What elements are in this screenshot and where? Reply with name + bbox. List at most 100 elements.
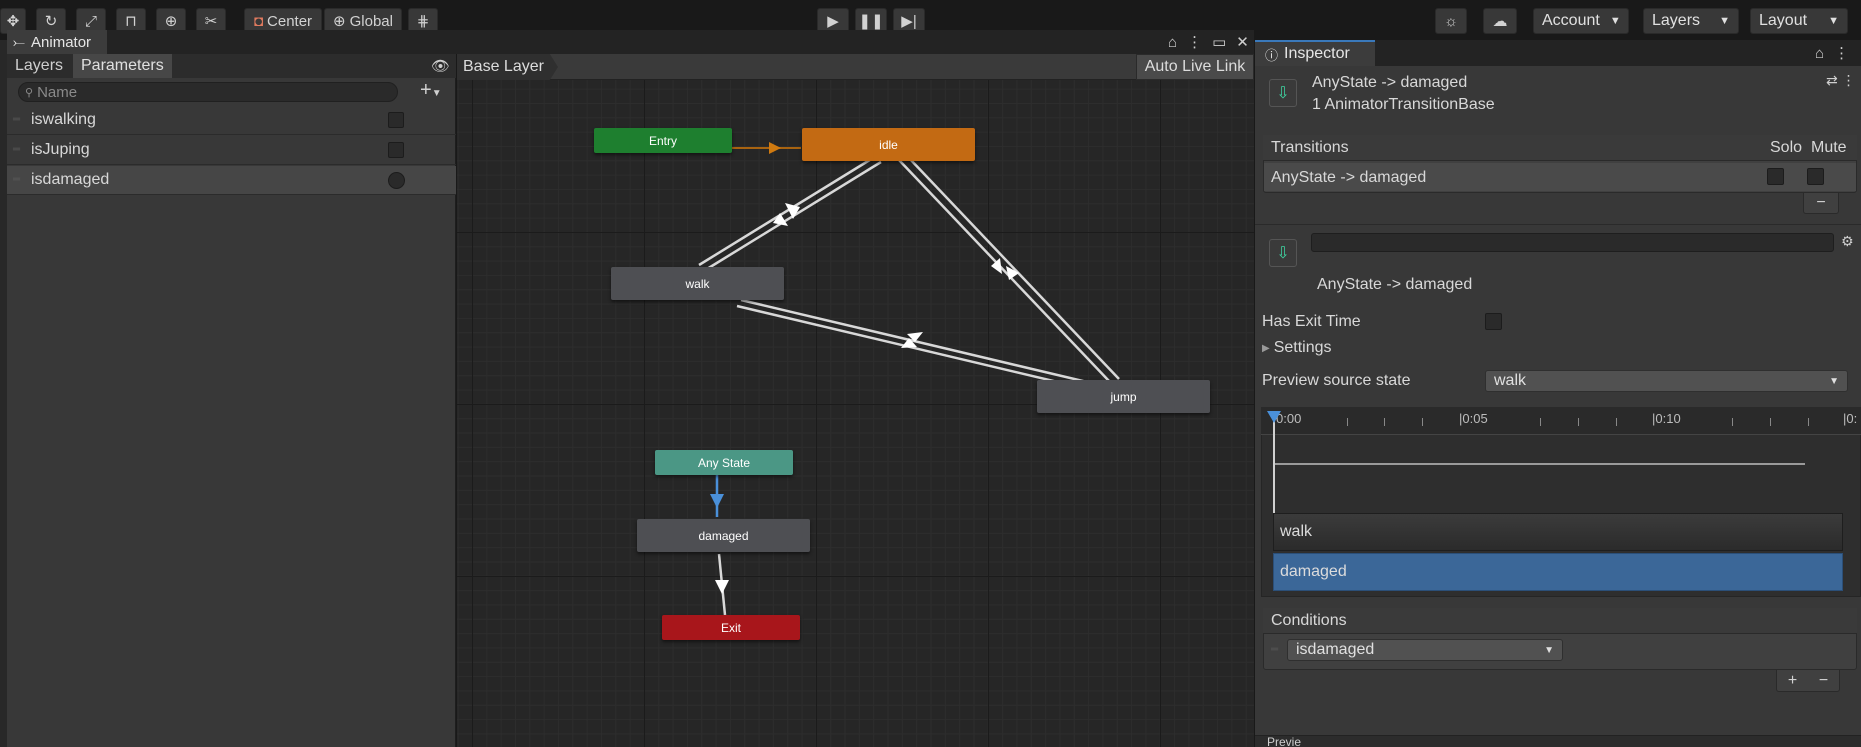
remove-condition-button[interactable]: − bbox=[1819, 672, 1828, 690]
state-damaged[interactable]: damaged bbox=[637, 519, 810, 552]
sun-icon: ☼ bbox=[1444, 12, 1458, 30]
search-placeholder: Name bbox=[37, 83, 78, 101]
drag-handle-icon[interactable]: ═ bbox=[13, 145, 25, 155]
left-edge-strip bbox=[0, 40, 7, 747]
parameter-name: isdamaged bbox=[31, 171, 110, 188]
idle-walk-transitions[interactable] bbox=[698, 156, 882, 271]
maximize-icon[interactable]: ▭ bbox=[1212, 33, 1226, 51]
walk-jump-transitions[interactable] bbox=[736, 298, 1088, 390]
parameter-search-input[interactable]: ⚲ Name bbox=[18, 82, 398, 102]
preview-source-label: Preview source state bbox=[1262, 372, 1411, 389]
timeline-tick bbox=[1578, 418, 1579, 426]
pause-icon: ❚❚ bbox=[858, 13, 884, 30]
conditions-footer: + − bbox=[1776, 670, 1840, 692]
inspector-window-controls: ⌂ ⋮ bbox=[1815, 40, 1849, 66]
play-icon: ▶ bbox=[827, 13, 839, 30]
preview-source-dropdown[interactable]: walk ▼ bbox=[1485, 370, 1848, 392]
inspector-header-title: AnyState -> damaged bbox=[1312, 74, 1468, 91]
timeline-label: |0:05 bbox=[1459, 411, 1488, 426]
parameter-name: isJuping bbox=[31, 141, 90, 158]
solo-checkbox[interactable] bbox=[1767, 168, 1784, 185]
collab-button[interactable]: ☼ bbox=[1435, 8, 1467, 34]
lock-icon[interactable]: ⌂ bbox=[1815, 45, 1824, 62]
timeline-label: |0: bbox=[1843, 411, 1858, 426]
inspector-tab[interactable]: ⓘ Inspector bbox=[1255, 40, 1375, 66]
cloud-button[interactable]: ☁ bbox=[1483, 8, 1517, 34]
timeline-curve-line bbox=[1275, 463, 1805, 465]
close-icon[interactable]: ✕ bbox=[1236, 33, 1249, 51]
state-walk[interactable]: walk bbox=[611, 267, 784, 300]
transitions-list-header bbox=[1263, 135, 1857, 161]
settings-foldout[interactable]: ▶ Settings bbox=[1262, 339, 1332, 357]
state-idle[interactable]: idle bbox=[802, 128, 975, 161]
drag-handle-icon[interactable]: ═ bbox=[1271, 644, 1278, 655]
tab-layers[interactable]: Layers bbox=[7, 54, 71, 78]
add-condition-button[interactable]: + bbox=[1788, 672, 1797, 690]
preset-icon[interactable]: ⇄ ⋮ bbox=[1826, 72, 1856, 89]
more-options-icon[interactable]: ⋮ bbox=[1834, 44, 1849, 62]
auto-live-link-button[interactable]: Auto Live Link bbox=[1136, 54, 1254, 80]
eye-icon[interactable]: 👁 bbox=[431, 57, 450, 75]
conditions-header: Conditions bbox=[1271, 612, 1347, 629]
mute-header: Mute bbox=[1811, 139, 1847, 156]
search-icon: ⚲ bbox=[25, 86, 34, 99]
mute-checkbox[interactable] bbox=[1807, 168, 1824, 185]
graph-header bbox=[457, 54, 1254, 80]
account-dropdown[interactable]: Account ▼ bbox=[1533, 8, 1629, 34]
parameter-row[interactable]: ═ isJuping bbox=[7, 136, 456, 165]
breadcrumb[interactable]: Base Layer bbox=[457, 54, 558, 80]
add-parameter-button[interactable]: +▼ bbox=[420, 79, 442, 102]
parameter-checkbox[interactable] bbox=[388, 112, 404, 128]
conditions-list-header bbox=[1263, 608, 1857, 634]
animator-tab[interactable]: ⤚ Animator bbox=[7, 30, 107, 54]
globe-icon: ⊕ bbox=[333, 13, 346, 30]
layers-label: Layers bbox=[1652, 12, 1701, 29]
timeline-tick bbox=[1732, 418, 1733, 426]
target-clip-bar[interactable]: damaged bbox=[1273, 553, 1843, 591]
timeline-tick bbox=[1770, 418, 1771, 426]
remove-transition-button[interactable]: − bbox=[1803, 193, 1839, 214]
drag-handle-icon[interactable]: ═ bbox=[13, 175, 25, 185]
tab-parameters[interactable]: Parameters bbox=[73, 54, 172, 78]
state-entry[interactable]: Entry bbox=[594, 128, 732, 153]
state-any-state[interactable]: Any State bbox=[655, 450, 793, 475]
has-exit-time-checkbox[interactable] bbox=[1485, 313, 1502, 330]
transition-icon: ⇩ bbox=[1269, 239, 1297, 267]
layers-dropdown[interactable]: Layers ▼ bbox=[1643, 8, 1739, 34]
more-options-icon[interactable]: ⋮ bbox=[1187, 33, 1202, 51]
idle-jump-transitions[interactable] bbox=[898, 157, 1120, 382]
preview-label: Previe bbox=[1267, 735, 1302, 747]
source-clip-bar[interactable]: walk bbox=[1273, 513, 1843, 551]
entry-to-idle-transition[interactable] bbox=[731, 142, 801, 154]
parameter-checkbox[interactable] bbox=[388, 142, 404, 158]
anystate-to-damaged-transition[interactable] bbox=[710, 475, 724, 517]
transitions-header: Transitions bbox=[1271, 139, 1349, 156]
state-jump[interactable]: jump bbox=[1037, 380, 1210, 413]
condition-parameter-dropdown[interactable]: isdamaged ▼ bbox=[1287, 639, 1563, 661]
cloud-icon: ☁ bbox=[1492, 13, 1508, 30]
chevron-down-icon: ▼ bbox=[1828, 15, 1839, 27]
parameter-row[interactable]: ═ iswalking bbox=[7, 106, 456, 135]
parameter-name: iswalking bbox=[31, 111, 96, 128]
animator-window-controls: ⌂ ⋮ ▭ ✕ bbox=[1168, 30, 1249, 54]
parameter-trigger-radio[interactable] bbox=[388, 171, 405, 189]
lock-icon[interactable]: ⌂ bbox=[1168, 34, 1177, 51]
global-label: Global bbox=[349, 12, 393, 30]
transition-caption: AnyState -> damaged bbox=[1317, 276, 1473, 293]
chevron-down-icon: ▼ bbox=[1719, 15, 1730, 27]
parameter-row[interactable]: ═ isdamaged bbox=[7, 166, 456, 195]
timeline-tick bbox=[1347, 418, 1348, 426]
timeline-label: |0:10 bbox=[1652, 411, 1681, 426]
layout-dropdown[interactable]: Layout ▼ bbox=[1750, 8, 1848, 34]
transition-name-input[interactable] bbox=[1311, 233, 1834, 252]
layout-label: Layout bbox=[1759, 12, 1808, 29]
timeline-ruler bbox=[1261, 407, 1861, 435]
settings-label: Settings bbox=[1273, 339, 1332, 356]
state-exit[interactable]: Exit bbox=[662, 615, 800, 640]
animator-icon: ⤚ bbox=[13, 33, 26, 51]
gear-icon[interactable]: ⚙ bbox=[1841, 233, 1854, 250]
drag-handle-icon[interactable]: ═ bbox=[13, 115, 25, 125]
damaged-to-exit-transition[interactable] bbox=[715, 553, 729, 616]
animator-tabbar bbox=[7, 30, 1254, 54]
timeline-tick bbox=[1384, 418, 1385, 426]
